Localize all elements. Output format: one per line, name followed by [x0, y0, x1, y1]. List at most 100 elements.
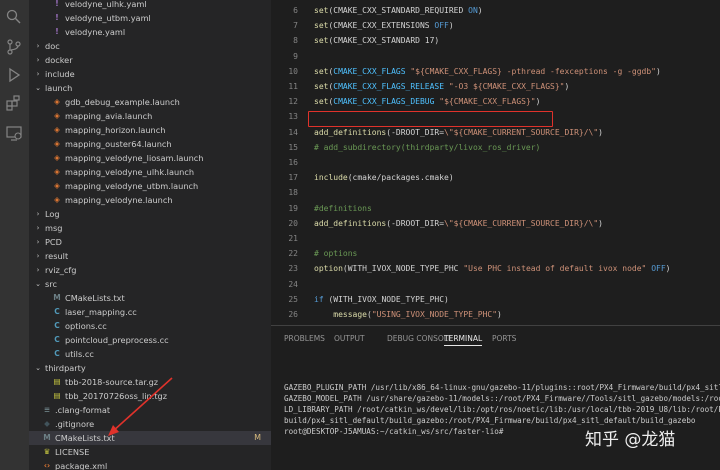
file-item[interactable]: Cpointcloud_preprocess.cc	[29, 333, 271, 347]
tab-terminal[interactable]: TERMINAL	[444, 332, 483, 346]
line-number: 17	[288, 173, 298, 183]
file-item[interactable]: ♛ LICENSE	[29, 445, 271, 459]
code-token: #definitions	[314, 203, 372, 213]
code-line: 25 if (WITH_IVOX_NODE_TYPE_PHC)	[271, 293, 720, 307]
explorer-sidebar: ! velodyne_ulhk.yaml! velodyne_utbm.yaml! v…	[29, 0, 271, 470]
file-item[interactable]: ◈ mapping_velodyne_ulhk.launch	[29, 165, 271, 179]
line-number: 18	[288, 188, 298, 198]
tab-problems[interactable]: PROBLEMS	[284, 332, 325, 346]
folder-item[interactable]: › Log	[29, 207, 271, 221]
file-item[interactable]: ▤ tbb_20170726oss_lin.tgz	[29, 389, 271, 403]
tab-ports[interactable]: PORTS	[492, 332, 516, 346]
terminal-line: LD_LIBRARY_PATH /root/catkin_ws/devel/li…	[284, 405, 720, 414]
code-token: if	[314, 294, 324, 304]
code-token: )	[448, 21, 454, 31]
activity-bar	[0, 0, 29, 470]
folder-label: doc	[45, 41, 60, 51]
code-token: set	[314, 36, 329, 46]
line-number: 13	[288, 112, 298, 122]
line-number: 25	[288, 294, 298, 304]
folder-label: thirdparty	[45, 363, 86, 373]
file-item[interactable]: Claser_mapping.cc	[29, 305, 271, 319]
launch-file-icon: ◈	[54, 139, 60, 148]
folder-label: src	[45, 279, 57, 289]
folder-item[interactable]: › PCD	[29, 235, 271, 249]
code-line: 26 message("USING_IVOX_NODE_TYPE_PHC")	[271, 308, 720, 322]
folder-item[interactable]: › result	[29, 249, 271, 263]
cm-file-icon: M	[53, 293, 61, 302]
code-token: add_definitions	[314, 127, 387, 137]
code-text: #definitions	[314, 202, 372, 216]
file-item[interactable]: M CMakeLists.txt M	[29, 431, 271, 445]
tab-debug-console[interactable]: DEBUG CONSOLE	[387, 332, 453, 346]
source-control-icon[interactable]	[5, 38, 23, 56]
code-line: 23 option(WITH_IVOX_NODE_TYPE_PHC "Use PH…	[271, 262, 720, 276]
code-token: )	[598, 127, 603, 137]
code-text: set(CMAKE_CXX_EXTENSIONS OFF)	[314, 19, 454, 33]
folder-item[interactable]: › doc	[29, 39, 271, 53]
launch-file-icon: ◈	[54, 167, 60, 176]
code-text: set(CMAKE_CXX_STANDARD_REQUIRED ON)	[314, 4, 483, 18]
file-item[interactable]: ! velodyne_ulhk.yaml	[29, 0, 271, 11]
file-item[interactable]: M CMakeLists.txt	[29, 291, 271, 305]
file-item[interactable]: ◈ mapping_horizon.launch	[29, 123, 271, 137]
extensions-icon[interactable]	[5, 94, 23, 112]
terminal-line: GAZEBO_MODEL_PATH /usr/share/gazebo-11/m…	[284, 394, 720, 403]
folder-item[interactable]: ⌄ launch	[29, 81, 271, 95]
file-label: package.xml	[55, 461, 108, 470]
chevron-down-icon: ⌄	[35, 280, 41, 288]
file-item[interactable]: Coptions.cc	[29, 319, 271, 333]
file-item[interactable]: ◈ mapping_velodyne_utbm.launch	[29, 179, 271, 193]
file-label: CMakeLists.txt	[65, 293, 125, 303]
file-label: mapping_velodyne_liosam.launch	[65, 153, 204, 163]
code-token: \"${CMAKE_CURRENT_SOURCE_DIR}/\"	[444, 127, 599, 137]
line-number: 19	[288, 203, 298, 213]
line-number: 23	[288, 264, 298, 274]
search-icon[interactable]	[5, 8, 23, 26]
file-item[interactable]: ◈ mapping_velodyne_liosam.launch	[29, 151, 271, 165]
file-item[interactable]: ◈ gdb_debug_example.launch	[29, 95, 271, 109]
code-line: 16	[271, 156, 720, 170]
folder-label: docker	[45, 55, 73, 65]
tab-output[interactable]: OUTPUT	[334, 332, 365, 346]
file-item[interactable]: ! velodyne_utbm.yaml	[29, 11, 271, 25]
file-label: velodyne.yaml	[65, 27, 126, 37]
folder-label: launch	[45, 83, 73, 93]
file-item[interactable]: Cutils.cc	[29, 347, 271, 361]
file-item[interactable]: ≡ .clang-format	[29, 403, 271, 417]
folder-item[interactable]: › docker	[29, 53, 271, 67]
terminal-line: GAZEBO_PLUGIN_PATH /usr/lib/x86_64-linux…	[284, 383, 720, 392]
file-item[interactable]: ◆ .gitignore	[29, 417, 271, 431]
folder-item[interactable]: › include	[29, 67, 271, 81]
remote-explorer-icon[interactable]	[5, 124, 23, 142]
yaml-file-icon: !	[55, 27, 59, 36]
code-line: 20 add_definitions(-DROOT_DIR=\"${CMAKE_C…	[271, 217, 720, 231]
file-item[interactable]: ◈ mapping_ouster64.launch	[29, 137, 271, 151]
file-item[interactable]: ◈ mapping_velodyne.launch	[29, 193, 271, 207]
file-label: velodyne_ulhk.yaml	[65, 0, 147, 9]
file-item[interactable]: ‹› package.xml	[29, 459, 271, 470]
xml-file-icon: ‹›	[43, 461, 51, 470]
file-item[interactable]: ◈ mapping_avia.launch	[29, 109, 271, 123]
folder-label: rviz_cfg	[45, 265, 77, 275]
code-token: CMAKE_CXX_FLAGS_RELEASE	[333, 82, 445, 91]
folder-item[interactable]: ⌄ src	[29, 277, 271, 291]
code-text: set(CMAKE_CXX_STANDARD 17)	[314, 34, 439, 48]
file-label: CMakeLists.txt	[55, 433, 115, 443]
code-line: 11 set(CMAKE_CXX_FLAGS_RELEASE "-O3 ${CMA…	[271, 80, 720, 94]
run-debug-icon[interactable]	[5, 66, 23, 84]
file-item[interactable]: ▤ tbb-2018-source.tar.gz	[29, 375, 271, 389]
code-editor[interactable]: 6 set(CMAKE_CXX_STANDARD_REQUIRED ON) 7 set…	[271, 0, 720, 325]
folder-label: result	[45, 251, 69, 261]
highlight-box	[308, 111, 553, 127]
line-number: 8	[293, 36, 298, 46]
launch-file-icon: ◈	[54, 125, 60, 134]
folder-item[interactable]: › msg	[29, 221, 271, 235]
code-token: option	[314, 264, 343, 274]
folder-item[interactable]: ⌄ thirdparty	[29, 361, 271, 375]
code-token: )	[656, 66, 661, 76]
file-item[interactable]: ! velodyne.yaml	[29, 25, 271, 39]
line-number: 16	[288, 158, 298, 167]
code-line: 17 include(cmake/packages.cmake)	[271, 171, 720, 185]
folder-item[interactable]: › rviz_cfg	[29, 263, 271, 277]
